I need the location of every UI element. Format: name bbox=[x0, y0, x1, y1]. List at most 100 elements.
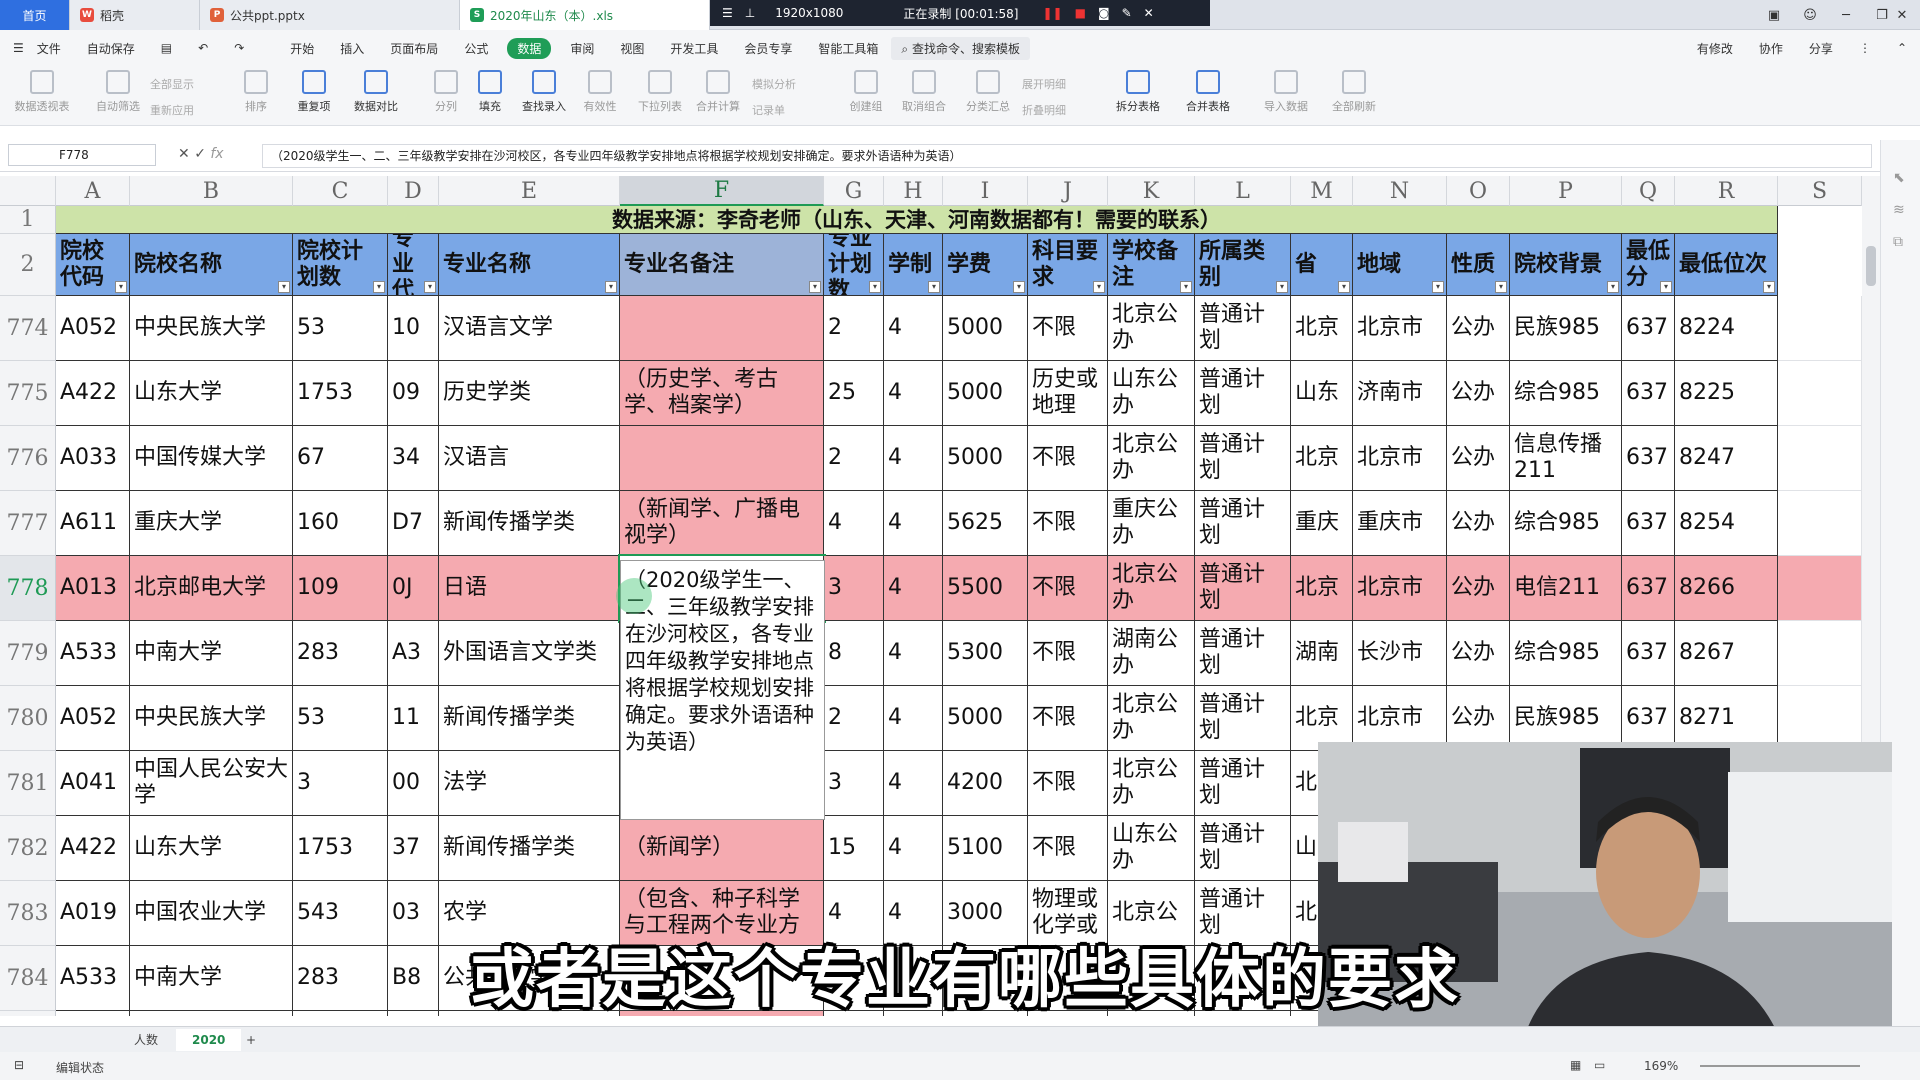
table-cell[interactable]: 山东公办 bbox=[1108, 816, 1195, 881]
table-cell[interactable]: 外国语言文学类 bbox=[439, 621, 620, 686]
table-cell[interactable]: 普通计划 bbox=[1195, 686, 1291, 751]
table-cell[interactable]: 637 bbox=[1622, 556, 1675, 621]
header-cell[interactable]: 学制 ▾ bbox=[884, 234, 943, 296]
table-cell[interactable]: 109 bbox=[293, 556, 388, 621]
table-cell[interactable]: 4 bbox=[884, 556, 943, 621]
table-cell[interactable]: 综合985 bbox=[1510, 491, 1622, 556]
dropdown-list-button[interactable]: 下拉列表 bbox=[630, 70, 690, 114]
table-cell[interactable]: 3 bbox=[824, 751, 884, 816]
table-cell[interactable] bbox=[1778, 556, 1862, 621]
column-header-o[interactable]: O bbox=[1447, 176, 1510, 206]
filter-dropdown-icon[interactable]: ▾ bbox=[373, 281, 385, 293]
filter-dropdown-icon[interactable]: ▾ bbox=[1432, 281, 1444, 293]
tab-ppt[interactable]: P 公共ppt.pptx bbox=[200, 0, 460, 30]
header-cell[interactable]: 专业代 ▾ bbox=[388, 234, 439, 296]
table-cell[interactable] bbox=[293, 1011, 388, 1016]
split-table-button[interactable]: 拆分表格 bbox=[1108, 70, 1168, 114]
table-cell[interactable]: 4 bbox=[884, 296, 943, 361]
avatar[interactable]: ☺ bbox=[1792, 0, 1828, 30]
filter-dropdown-icon[interactable]: ▾ bbox=[1495, 281, 1507, 293]
note-cell[interactable] bbox=[620, 296, 824, 361]
file-menu[interactable]: 文件 bbox=[37, 40, 74, 57]
table-cell[interactable]: 公办 bbox=[1447, 491, 1510, 556]
more-icon[interactable]: ⋮ bbox=[1846, 41, 1884, 55]
table-cell[interactable]: 综合985 bbox=[1510, 621, 1622, 686]
table-cell[interactable]: 34 bbox=[388, 426, 439, 491]
table-cell[interactable]: 公办 bbox=[1447, 556, 1510, 621]
table-cell[interactable]: 03 bbox=[388, 881, 439, 946]
column-header-k[interactable]: K bbox=[1108, 176, 1195, 206]
table-cell[interactable]: 4 bbox=[884, 361, 943, 426]
table-cell[interactable]: 普通计划 bbox=[1195, 816, 1291, 881]
column-header-e[interactable]: E bbox=[439, 176, 620, 206]
table-cell[interactable]: 汉语言 bbox=[439, 426, 620, 491]
table-cell[interactable]: 北京 bbox=[1291, 556, 1353, 621]
table-cell[interactable]: 历史或地理 bbox=[1028, 361, 1108, 426]
tab-xls[interactable]: S 2020年山东（本）.xls bbox=[460, 0, 710, 30]
table-cell[interactable]: 新闻传播学类 bbox=[439, 686, 620, 751]
tools-icon[interactable]: ⧉ bbox=[1893, 234, 1903, 250]
table-cell[interactable]: 4 bbox=[884, 751, 943, 816]
table-cell[interactable] bbox=[1778, 491, 1862, 556]
table-cell[interactable]: 不限 bbox=[1028, 296, 1108, 361]
table-cell[interactable]: 543 bbox=[293, 881, 388, 946]
table-cell[interactable]: 5000 bbox=[943, 686, 1028, 751]
table-cell[interactable] bbox=[1778, 426, 1862, 491]
filter-dropdown-icon[interactable]: ▾ bbox=[278, 281, 290, 293]
header-cell[interactable]: 最低位次 ▾ bbox=[1675, 234, 1778, 296]
table-cell[interactable]: A052 bbox=[56, 686, 130, 751]
table-cell[interactable]: 8266 bbox=[1675, 556, 1778, 621]
table-cell[interactable]: 湖南 bbox=[1291, 621, 1353, 686]
macro-icon[interactable]: ⊟ bbox=[14, 1058, 24, 1072]
table-cell[interactable]: 中国人民公安大学 bbox=[130, 751, 293, 816]
filter-dropdown-icon[interactable]: ▾ bbox=[1607, 281, 1619, 293]
column-header-c[interactable]: C bbox=[293, 176, 388, 206]
row-header[interactable]: 780 bbox=[0, 686, 56, 751]
search-command[interactable]: ⌕ 查找命令、搜索模板 bbox=[891, 36, 1030, 60]
header-cell[interactable]: 科目要求 ▾ bbox=[1028, 234, 1108, 296]
scroll-thumb[interactable] bbox=[1866, 246, 1876, 286]
group-button[interactable]: 创建组 bbox=[836, 70, 896, 114]
table-cell[interactable]: 2 bbox=[824, 296, 884, 361]
duplicate-button[interactable]: 重复项 bbox=[284, 70, 344, 114]
table-cell[interactable]: 重庆 bbox=[1291, 491, 1353, 556]
table-cell[interactable]: A611 bbox=[56, 491, 130, 556]
table-cell[interactable]: 5000 bbox=[943, 426, 1028, 491]
table-cell[interactable]: 3 bbox=[293, 751, 388, 816]
table-cell[interactable]: 民族985 bbox=[1510, 296, 1622, 361]
modified-button[interactable]: 有修改 bbox=[1684, 40, 1746, 57]
filter-dropdown-icon[interactable]: ▾ bbox=[1013, 281, 1025, 293]
column-header-r[interactable]: R bbox=[1675, 176, 1778, 206]
table-cell[interactable]: A033 bbox=[56, 426, 130, 491]
table-cell[interactable]: 山东大学 bbox=[130, 816, 293, 881]
fx-icon[interactable]: fx bbox=[210, 146, 223, 162]
header-cell[interactable]: 学校备注 ▾ bbox=[1108, 234, 1195, 296]
camera-icon[interactable]: ◙ bbox=[1098, 6, 1110, 20]
table-cell[interactable]: 普通计划 bbox=[1195, 426, 1291, 491]
row-header[interactable] bbox=[0, 1011, 56, 1016]
table-cell[interactable] bbox=[1778, 296, 1862, 361]
merge-table-button[interactable]: 合并表格 bbox=[1178, 70, 1238, 114]
column-header-l[interactable]: L bbox=[1195, 176, 1291, 206]
fill-button[interactable]: 填充 bbox=[460, 70, 520, 114]
header-cell[interactable]: 省 ▾ bbox=[1291, 234, 1353, 296]
table-cell[interactable]: 不限 bbox=[1028, 751, 1108, 816]
table-cell[interactable]: 历史学类 bbox=[439, 361, 620, 426]
header-cell[interactable]: 专业计划数 ▾ bbox=[824, 234, 884, 296]
table-cell[interactable]: 283 bbox=[293, 946, 388, 1011]
table-cell[interactable]: 不限 bbox=[1028, 816, 1108, 881]
column-header-m[interactable]: M bbox=[1291, 176, 1353, 206]
filter-dropdown-icon[interactable]: ▾ bbox=[809, 281, 821, 293]
table-cell[interactable] bbox=[1778, 361, 1862, 426]
filter-dropdown-icon[interactable]: ▾ bbox=[1093, 281, 1105, 293]
table-cell[interactable]: 不限 bbox=[1028, 686, 1108, 751]
settings-icon[interactable]: ≋ bbox=[1893, 202, 1905, 218]
sheet-tab-people[interactable]: 人数 bbox=[118, 1029, 174, 1051]
table-cell[interactable]: 北京公办 bbox=[1108, 751, 1195, 816]
table-cell[interactable]: 北京市 bbox=[1353, 296, 1447, 361]
row-header[interactable]: 777 bbox=[0, 491, 56, 556]
sort-button[interactable]: 排序 bbox=[226, 70, 286, 114]
table-cell[interactable]: 普通计划 bbox=[1195, 621, 1291, 686]
menu-view[interactable]: 视图 bbox=[607, 40, 657, 57]
table-cell[interactable]: 637 bbox=[1622, 361, 1675, 426]
